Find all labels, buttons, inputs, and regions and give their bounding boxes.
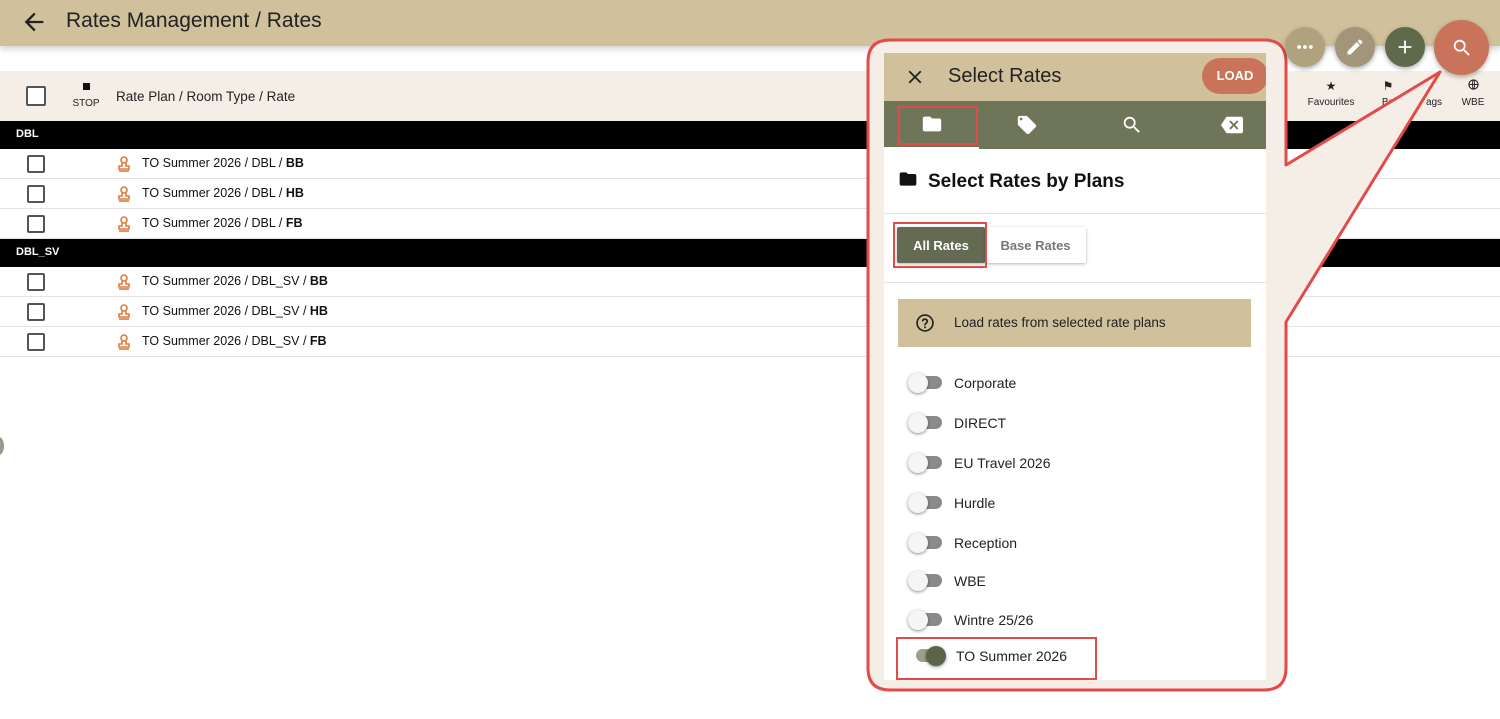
- table-row[interactable]: TO Summer 2026 / DBL / BB: [0, 149, 1500, 179]
- divider: [884, 282, 1266, 283]
- stamp-icon: [118, 274, 130, 290]
- row-label: TO Summer 2026 / DBL / BB: [142, 156, 304, 170]
- group-header-dbl-sv: DBL_SV: [0, 239, 1500, 267]
- side-handle[interactable]: [0, 437, 4, 455]
- info-text: Load rates from selected rate plans: [954, 315, 1166, 330]
- base-rates-button[interactable]: Base Rates: [985, 227, 1086, 263]
- page-title: Rates Management / Rates: [66, 9, 322, 32]
- plan-toggle-direct[interactable]: [908, 412, 944, 434]
- table-row[interactable]: TO Summer 2026 / DBL_SV / BB: [0, 267, 1500, 297]
- stamp-icon: [118, 334, 130, 350]
- row-checkbox[interactable]: [27, 303, 45, 321]
- row-label: TO Summer 2026 / DBL / FB: [142, 216, 303, 230]
- plan-label: DIRECT: [954, 415, 1007, 431]
- plan-toggle-hurdle[interactable]: [908, 492, 944, 514]
- divider: [884, 213, 1266, 214]
- table-header: STOP Rate Plan / Room Type / Rate ★ Favo…: [0, 71, 1500, 121]
- stop-column-header[interactable]: STOP: [70, 79, 102, 109]
- backspace-icon: [1220, 116, 1243, 134]
- edit-icon: [1347, 39, 1363, 55]
- row-checkbox[interactable]: [27, 273, 45, 291]
- table-row[interactable]: TO Summer 2026 / DBL / HB: [0, 179, 1500, 209]
- load-button[interactable]: LOAD: [1202, 58, 1266, 94]
- add-button[interactable]: [1385, 27, 1425, 67]
- plan-label: EU Travel 2026: [954, 455, 1051, 471]
- panel-header: Select Rates LOAD: [884, 53, 1266, 101]
- row-checkbox[interactable]: [27, 155, 45, 173]
- table-row[interactable]: TO Summer 2026 / DBL_SV / HB: [0, 297, 1500, 327]
- select-all-checkbox[interactable]: [26, 86, 46, 106]
- favourites-column-header[interactable]: ★ Favourites: [1305, 79, 1357, 108]
- select-rates-panel: Select Rates LOAD Select Rates by Plans …: [884, 53, 1266, 680]
- globe-icon: [1458, 79, 1488, 93]
- top-app-bar: Rates Management / Rates: [0, 0, 1500, 46]
- plan-toggle-eu-travel-2026[interactable]: [908, 452, 944, 474]
- wbe-column-header[interactable]: WBE: [1458, 79, 1488, 108]
- row-label: TO Summer 2026 / DBL_SV / BB: [142, 274, 328, 288]
- plan-label: Reception: [954, 535, 1018, 551]
- flag-icon: ⚑: [1382, 79, 1394, 93]
- plan-label: Wintre 25/26: [954, 612, 1034, 628]
- search-button[interactable]: [1434, 20, 1489, 75]
- tags-column-header[interactable]: ags: [1420, 79, 1448, 108]
- stop-icon: [82, 83, 90, 90]
- folder-icon: [899, 172, 917, 186]
- stamp-icon: [118, 156, 130, 172]
- more-button[interactable]: [1285, 27, 1325, 67]
- stamp-icon: [118, 186, 130, 202]
- row-label: TO Summer 2026 / DBL_SV / FB: [142, 334, 327, 348]
- plan-toggle-wintre-25-26[interactable]: [908, 609, 944, 631]
- add-icon: [1398, 40, 1412, 54]
- plan-label: WBE: [954, 573, 986, 589]
- highlight-box: [893, 222, 987, 268]
- close-icon[interactable]: [904, 66, 926, 88]
- section-title: Select Rates by Plans: [898, 169, 1124, 193]
- table-row[interactable]: TO Summer 2026 / DBL_SV / FB: [0, 327, 1500, 357]
- tab-clear[interactable]: [1184, 101, 1266, 149]
- plan-toggle-wbe[interactable]: [908, 570, 944, 592]
- row-label: TO Summer 2026 / DBL / HB: [142, 186, 304, 200]
- row-checkbox[interactable]: [27, 185, 45, 203]
- highlight-box: [898, 106, 978, 145]
- plan-label: Hurdle: [954, 495, 996, 511]
- plan-toggle-corporate[interactable]: [908, 372, 944, 394]
- search-icon: [1453, 39, 1470, 56]
- table-row[interactable]: TO Summer 2026 / DBL / FB: [0, 209, 1500, 239]
- star-icon: ★: [1325, 79, 1337, 93]
- more-icon: [1297, 45, 1313, 49]
- row-label: TO Summer 2026 / DBL_SV / HB: [142, 304, 328, 318]
- row-checkbox[interactable]: [27, 215, 45, 233]
- plan-label: Corporate: [954, 375, 1017, 391]
- group-header-dbl: DBL: [0, 121, 1500, 149]
- row-checkbox[interactable]: [27, 333, 45, 351]
- highlight-box: [896, 637, 1097, 680]
- stop-label: STOP: [72, 98, 100, 109]
- back-arrow-icon[interactable]: [20, 8, 48, 36]
- search-icon: [1123, 116, 1140, 133]
- info-banner: Load rates from selected rate plans: [898, 299, 1251, 347]
- tag-icon: [1017, 115, 1036, 135]
- tab-tags[interactable]: [979, 101, 1074, 149]
- tab-search[interactable]: [1084, 101, 1179, 149]
- panel-title: Select Rates: [948, 65, 1062, 87]
- base-column-header[interactable]: ⚑ Ba: [1372, 79, 1404, 108]
- help-icon: [916, 314, 934, 332]
- stamp-icon: [118, 304, 130, 320]
- plan-toggle-reception[interactable]: [908, 532, 944, 554]
- rate-plan-column-header: Rate Plan / Room Type / Rate: [116, 89, 296, 104]
- stamp-icon: [118, 216, 130, 232]
- edit-button[interactable]: [1335, 27, 1375, 67]
